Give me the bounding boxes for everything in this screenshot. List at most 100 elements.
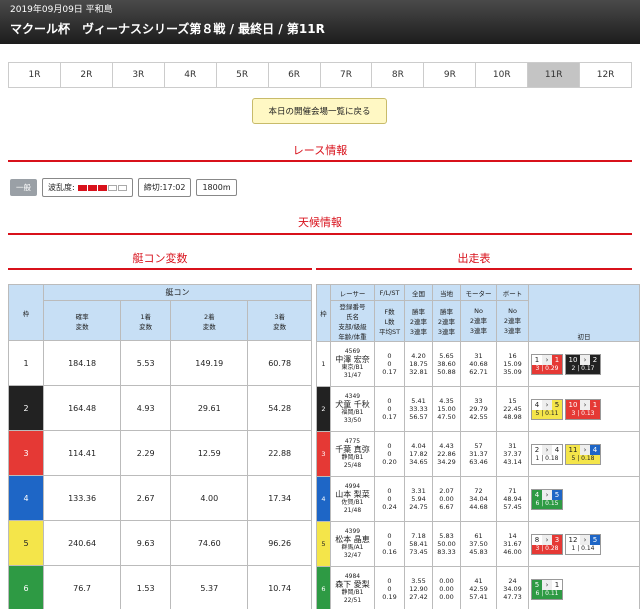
entry-table: 枠 レーサー F/L/ST 全国 当地 モーター ボート 初日 登録番号 氏名 … — [316, 284, 640, 609]
day1-result[interactable]: 4 › 5 5 | 0.11 — [531, 398, 563, 420]
day1-results: 2 › 4 1 | 0.18 11 › 4 5 | 0.18 — [529, 442, 639, 467]
boat-header: ボート — [496, 284, 529, 301]
racer-cell[interactable]: 4984 森下 愛梨 静岡/B1 22/51 — [330, 566, 375, 609]
fls-cell-value: 0 — [387, 577, 392, 585]
national-cell-value: 73.45 — [409, 548, 428, 556]
motor-cell-value: 57 — [474, 442, 483, 450]
boatcon-value: 2.29 — [120, 430, 172, 476]
day1-result[interactable]: 11 › 4 5 | 0.18 — [565, 443, 601, 465]
chevron-right-icon: › — [580, 444, 590, 455]
racer-cell[interactable]: 4994 山本 梨菜 佐賀/B1 21/48 — [330, 476, 375, 522]
motor-cell-value: 63.46 — [469, 458, 488, 466]
national-cell-value: 58.41 — [409, 540, 428, 548]
boatcon-value: 17.34 — [247, 475, 312, 521]
finish-position: 1 — [590, 399, 600, 410]
wave-level-badge: 波乱度: — [42, 178, 133, 197]
boatcon-table: 枠 艇コン 確率 変数 1着 変数 2着 変数 3着 変数 1 184.18 5.53 14… — [8, 284, 312, 609]
boatcon-value: 9.63 — [120, 520, 172, 566]
race-number: 4 — [532, 489, 542, 500]
national-cell-value: 4.20 — [411, 352, 426, 360]
race-grade-badge: 一般 — [10, 179, 37, 196]
day1-cell: 4 › 5 6 | 0.15 — [528, 476, 640, 522]
back-to-venues-button[interactable]: 本日の開催会場一覧に戻る — [252, 98, 387, 124]
boat-cell-value: 43.14 — [503, 458, 522, 466]
table-row: 4 4994 山本 梨菜 佐賀/B1 21/48 0 0 0.24 3.31 5.94 24.75 2… — [316, 476, 640, 522]
motor-header: モーター — [460, 284, 497, 301]
racer-name[interactable]: 山本 梨菜 — [331, 491, 374, 499]
local-cell-value: 2.07 — [439, 487, 454, 495]
motor-cell-value: 62.71 — [469, 368, 488, 376]
national-cell-value: 5.94 — [411, 495, 426, 503]
racer-branch: 佐賀/B1 — [341, 499, 364, 506]
national-cell-value: 34.65 — [409, 458, 428, 466]
national-cell-value: 12.90 — [409, 585, 428, 593]
motor-cell-value: 57.41 — [469, 593, 488, 601]
racer-cell[interactable]: 4349 犬童 千秋 福岡/B1 33/50 — [330, 386, 375, 432]
motor-cell: 31 40.68 62.71 — [460, 341, 497, 387]
race-info-badges: 一般 波乱度: 締切:17:02 1800m — [10, 178, 237, 197]
racer-name[interactable]: 森下 愛梨 — [331, 581, 374, 589]
tab-5r[interactable]: 5R — [216, 63, 269, 87]
race-title: マクール杯 ヴィーナスシリーズ第８戦 / 最終日 / 第11R — [10, 22, 325, 36]
tab-6r[interactable]: 6R — [268, 63, 321, 87]
day1-result[interactable]: 8 › 3 3 | 0.28 — [531, 533, 563, 555]
day1-result[interactable]: 12 › 5 1 | 0.14 — [565, 533, 601, 555]
table-row: 1 4569 中澤 宏奈 東京/B1 31/47 0 0 0.17 4.20 18.75 32.81… — [316, 341, 640, 387]
day1-result[interactable]: 5 › 1 6 | 0.11 — [531, 578, 563, 600]
day1-result[interactable]: 10 › 2 2 | 0.17 — [565, 353, 601, 375]
day1-result-top: 10 › 2 — [566, 354, 600, 365]
wave-segment — [77, 184, 87, 191]
racer-name[interactable]: 松本 晶恵 — [331, 536, 374, 544]
tab-9r[interactable]: 9R — [424, 63, 477, 87]
racer-age-weight: 32/47 — [343, 552, 362, 559]
day1-result[interactable]: 1 › 1 3 | 0.29 — [531, 353, 563, 375]
motor-cell-value: 45.83 — [469, 548, 488, 556]
day1-result[interactable]: 10 › 1 3 | 0.13 — [565, 398, 601, 420]
boatcon-value: 5.53 — [120, 340, 172, 386]
wave-segment — [87, 184, 97, 191]
table-row: 3 4775 千葉 真弥 静岡/B1 25/48 0 0 0.20 4.04 17.82 34.65… — [316, 431, 640, 477]
table-row: 5 240.64 9.63 74.60 96.26 — [8, 520, 312, 566]
page-header: 2019年09月09日 平和島 マクール杯 ヴィーナスシリーズ第８戦 / 最終日… — [0, 0, 640, 44]
tab-1r[interactable]: 1R — [9, 63, 61, 87]
fls-cell: 0 0 0.24 — [374, 476, 405, 522]
fls-subheader: F数 L数 平均ST — [374, 300, 405, 342]
day1-result-top: 4 › 5 — [532, 489, 562, 500]
national-cell-value: 24.75 — [409, 503, 428, 511]
racer-name[interactable]: 千葉 真弥 — [331, 446, 374, 454]
tab-7r[interactable]: 7R — [320, 63, 373, 87]
boatcon-value: 96.26 — [247, 520, 312, 566]
race-number: 11 — [566, 444, 580, 455]
fls-cell: 0 0 0.17 — [374, 386, 405, 432]
boat-cell-value: 71 — [508, 487, 517, 495]
day1-results: 4 › 5 6 | 0.15 — [529, 487, 639, 512]
day1-result[interactable]: 4 › 5 6 | 0.15 — [531, 488, 563, 510]
day1-results: 4 › 5 5 | 0.11 10 › 1 3 | 0.13 — [529, 397, 639, 422]
day1-result-top: 8 › 3 — [532, 534, 562, 545]
lane-cell: 2 — [8, 385, 44, 431]
racer-cell[interactable]: 4775 千葉 真弥 静岡/B1 25/48 — [330, 431, 375, 477]
racer-cell[interactable]: 4399 松本 晶恵 群馬/A1 32/47 — [330, 521, 375, 567]
racer-cell[interactable]: 4569 中澤 宏奈 東京/B1 31/47 — [330, 341, 375, 387]
race-number: 10 — [566, 354, 580, 365]
boatcon-value: 10.74 — [247, 565, 312, 609]
lane-cell: 4 — [8, 475, 44, 521]
racer-name[interactable]: 犬童 千秋 — [331, 401, 374, 409]
national-cell-value: 7.18 — [411, 532, 426, 540]
race-tabs: 1R 2R 3R 4R 5R 6R 7R 8R 9R 10R 11R 12R — [8, 62, 632, 88]
tab-10r[interactable]: 10R — [476, 63, 529, 87]
tab-8r[interactable]: 8R — [372, 63, 425, 87]
boatcon-col-header: 1着 変数 — [120, 300, 172, 341]
tab-3r[interactable]: 3R — [112, 63, 165, 87]
fls-cell-value: 0.17 — [382, 368, 397, 376]
tab-11r[interactable]: 11R — [528, 63, 581, 87]
tab-12r[interactable]: 12R — [580, 63, 632, 87]
racer-name[interactable]: 中澤 宏奈 — [331, 356, 374, 364]
motor-cell-value: 37.50 — [469, 540, 488, 548]
local-subheader: 勝率 2連率 3連率 — [432, 300, 461, 342]
boatcon-col-header: 確率 変数 — [42, 300, 122, 341]
tab-2r[interactable]: 2R — [60, 63, 113, 87]
national-cell-value: 3.55 — [411, 577, 426, 585]
day1-result[interactable]: 2 › 4 1 | 0.18 — [531, 443, 563, 465]
tab-4r[interactable]: 4R — [164, 63, 217, 87]
